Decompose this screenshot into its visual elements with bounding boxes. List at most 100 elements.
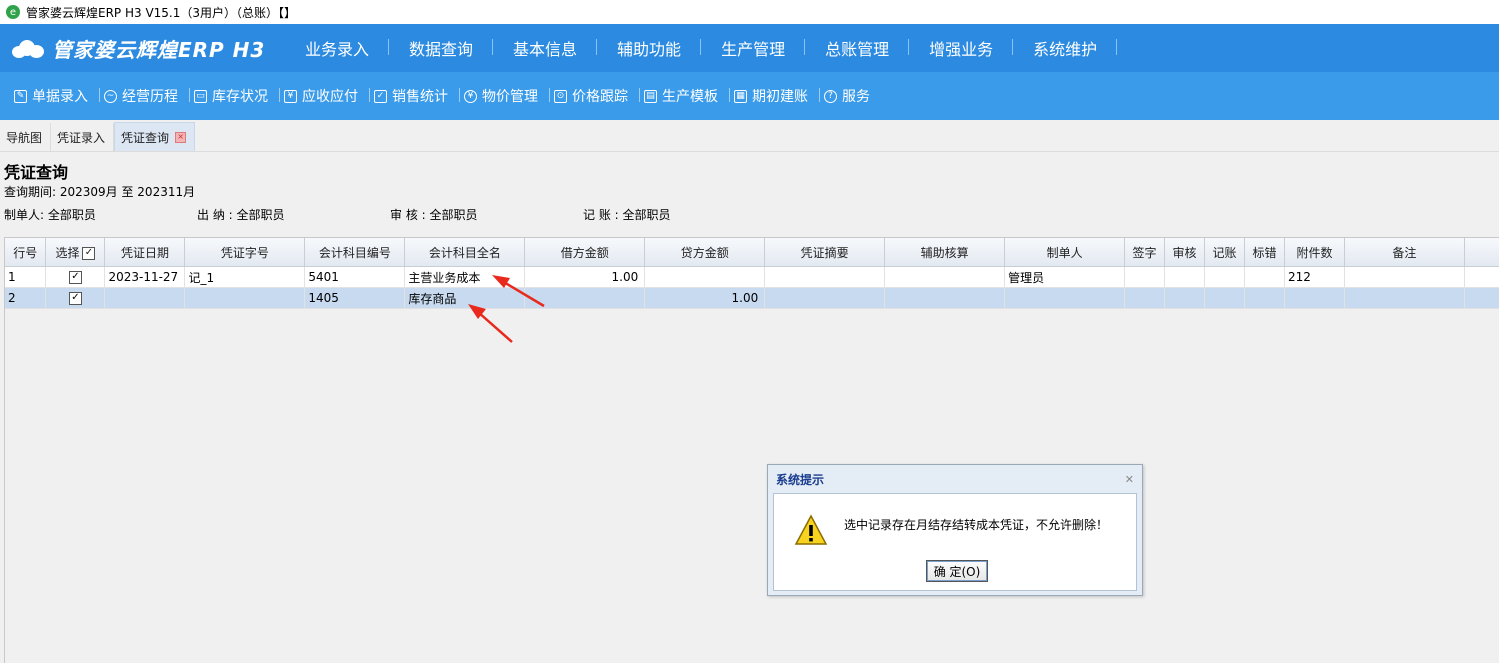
menu-item-7[interactable]: 增强业务 bbox=[909, 36, 1014, 60]
cell-summary bbox=[764, 287, 886, 309]
menu-item-1[interactable]: 业务录入 bbox=[285, 36, 390, 60]
edit-icon: ✎ bbox=[14, 89, 27, 103]
column-header[interactable]: 会计科目编号 bbox=[304, 238, 406, 267]
column-header-label: 会计科目全名 bbox=[428, 245, 501, 260]
tab-label: 凭证查询 bbox=[121, 130, 170, 145]
column-header[interactable]: 会计科目全名 bbox=[404, 238, 526, 267]
menu-item-6[interactable]: 总账管理 bbox=[805, 36, 910, 60]
dialog-title: 系统提示 bbox=[776, 472, 825, 487]
menu-item-4[interactable]: 辅助功能 bbox=[597, 36, 702, 60]
column-header[interactable]: 贷方金额 bbox=[644, 238, 766, 267]
toolbar-label: 经营历程 bbox=[122, 89, 178, 105]
toolbar-item-6[interactable]: ¥ 物价管理 bbox=[460, 86, 550, 106]
chart-circle-icon: ~ bbox=[104, 89, 117, 103]
close-icon[interactable]: ✕ bbox=[1125, 473, 1134, 486]
toolbar-item-7[interactable]: ⊙ 价格跟踪 bbox=[550, 86, 640, 106]
quick-toolbar: ✎ 单据录入 ~ 经营历程 ▭ 库存状况 ¥ 应收应付 ✓ 销售统计 ¥ 物价管理 ⊙ 价格跟踪 ▤ 生产模板… bbox=[0, 72, 1499, 120]
cloud-logo-icon bbox=[12, 38, 46, 58]
select-all-checkbox[interactable]: ✓ bbox=[82, 246, 96, 260]
yen-icon: ¥ bbox=[464, 89, 477, 103]
tab-3[interactable]: 凭证查询 × bbox=[114, 122, 196, 151]
page-title: 凭证查询 bbox=[4, 163, 69, 182]
cell-post bbox=[1204, 266, 1245, 288]
tab-close-icon[interactable]: × bbox=[175, 131, 187, 143]
toolbar-label: 价格跟踪 bbox=[572, 89, 628, 105]
cell-aux bbox=[884, 287, 1006, 309]
window-titlebar: e 管家婆云辉煌ERP H3 V15.1（3用户）（总账）【】 bbox=[0, 0, 1499, 24]
column-header-label: 标错 bbox=[1252, 245, 1277, 260]
column-header[interactable]: 凭证字号 bbox=[184, 238, 306, 267]
column-header-label: 凭证字号 bbox=[220, 245, 269, 260]
column-header[interactable]: 审核 bbox=[1164, 238, 1206, 267]
toolbar-item-2[interactable]: ~ 经营历程 bbox=[100, 86, 190, 106]
column-header[interactable]: 行号 bbox=[5, 238, 47, 267]
toolbar-label: 服务 bbox=[842, 89, 870, 105]
document-tabs: 导航图 凭证录入 凭证查询 × bbox=[0, 120, 1499, 152]
dialog-body: 选中记录存在月结存结转成本凭证，不允许删除！ 确 定(O) bbox=[773, 493, 1137, 591]
system-alert-dialog: 系统提示 ✕ 选中记录存在月结存结转成本凭证，不允许删除！ 确 定(O) bbox=[767, 464, 1143, 596]
column-header-label: 借方金额 bbox=[560, 245, 609, 260]
column-header[interactable]: 签字 bbox=[1124, 238, 1166, 267]
menu-item-8[interactable]: 系统维护 bbox=[1013, 36, 1118, 60]
toolbar-item-5[interactable]: ✓ 销售统计 bbox=[370, 86, 460, 106]
cell-extra bbox=[1464, 287, 1499, 309]
column-header-label: 辅助核算 bbox=[920, 245, 969, 260]
tracking-icon: ⊙ bbox=[554, 89, 567, 103]
stats-icon: ✓ bbox=[374, 89, 387, 103]
column-header[interactable]: 附件数 bbox=[1284, 238, 1345, 267]
table-row[interactable]: 2 ✓ 1405 库存商品 1.00 bbox=[5, 287, 1499, 309]
box-icon: ▭ bbox=[194, 89, 207, 103]
column-header-label: 贷方金额 bbox=[680, 245, 729, 260]
column-header-label: 签字 bbox=[1132, 245, 1157, 260]
column-header[interactable]: 记账 bbox=[1204, 238, 1245, 267]
toolbar-item-3[interactable]: ▭ 库存状况 bbox=[190, 86, 280, 106]
menu-item-3[interactable]: 基本信息 bbox=[493, 36, 598, 60]
column-header[interactable]: 凭证日期 bbox=[104, 238, 186, 267]
help-icon: ? bbox=[824, 89, 837, 103]
column-header[interactable]: 选择 ✓ bbox=[45, 238, 106, 267]
top-menu: 业务录入 数据查询 基本信息 辅助功能 生产管理 总账管理 增强业务 系统维护 bbox=[285, 36, 1118, 60]
cell-checked[interactable]: ✓ bbox=[45, 266, 106, 288]
cell-name: 库存商品 bbox=[404, 287, 526, 309]
column-header[interactable]: 借方金额 bbox=[524, 238, 646, 267]
column-header[interactable]: 备注 bbox=[1344, 238, 1465, 267]
column-header[interactable]: 标错 bbox=[1244, 238, 1285, 267]
ok-button[interactable]: 确 定(O) bbox=[926, 560, 988, 582]
table-row[interactable]: 1 ✓ 2023-11-27 记_1 5401 主营业务成本 1.00 管理员 212 bbox=[5, 266, 1499, 288]
cell-sign bbox=[1124, 287, 1166, 309]
menu-item-5[interactable]: 生产管理 bbox=[701, 36, 806, 60]
column-header-label: 会计科目编号 bbox=[318, 245, 391, 260]
column-header-label: 凭证摘要 bbox=[800, 245, 849, 260]
cell-post bbox=[1204, 287, 1245, 309]
cell-aux bbox=[884, 266, 1006, 288]
column-header-label: 审核 bbox=[1172, 245, 1197, 260]
column-header-label: 记账 bbox=[1212, 245, 1237, 260]
row-checkbox[interactable]: ✓ bbox=[68, 271, 82, 284]
column-header[interactable]: 辅助核算 bbox=[884, 238, 1006, 267]
toolbar-item-8[interactable]: ▤ 生产模板 bbox=[640, 86, 730, 106]
cell-name: 主营业务成本 bbox=[404, 266, 526, 288]
cell-checked[interactable]: ✓ bbox=[45, 287, 106, 309]
app-icon: e bbox=[6, 5, 20, 19]
tab-2[interactable]: 凭证录入 bbox=[51, 123, 115, 151]
toolbar-label: 物价管理 bbox=[482, 89, 538, 105]
dialog-titlebar: 系统提示 ✕ bbox=[768, 465, 1142, 493]
column-header[interactable]: 凭证摘要 bbox=[764, 238, 886, 267]
filter-2: 出 纳 : 全部职员 bbox=[197, 208, 285, 222]
column-header-label: 选择 bbox=[55, 245, 80, 260]
tab-1[interactable]: 导航图 bbox=[0, 123, 52, 151]
tab-label: 导航图 bbox=[6, 130, 43, 145]
cell-credit: 1.00 bbox=[644, 287, 766, 309]
cell-debit bbox=[524, 287, 646, 309]
row-checkbox[interactable]: ✓ bbox=[68, 292, 82, 305]
filter-row: 制单人: 全部职员 出 纳 : 全部职员 审 核 : 全部职员 记 账 : 全部职员 bbox=[4, 204, 1499, 227]
toolbar-item-4[interactable]: ¥ 应收应付 bbox=[280, 86, 370, 106]
cell-mark bbox=[1244, 266, 1285, 288]
toolbar-item-1[interactable]: ✎ 单据录入 bbox=[10, 86, 100, 106]
toolbar-item-10[interactable]: ? 服务 bbox=[820, 86, 882, 106]
column-header[interactable]: 制单人 bbox=[1004, 238, 1126, 267]
money-icon: ¥ bbox=[284, 89, 297, 103]
toolbar-item-9[interactable]: ▦ 期初建账 bbox=[730, 86, 820, 106]
cell-no: 2 bbox=[5, 287, 47, 309]
menu-item-2[interactable]: 数据查询 bbox=[389, 36, 494, 60]
